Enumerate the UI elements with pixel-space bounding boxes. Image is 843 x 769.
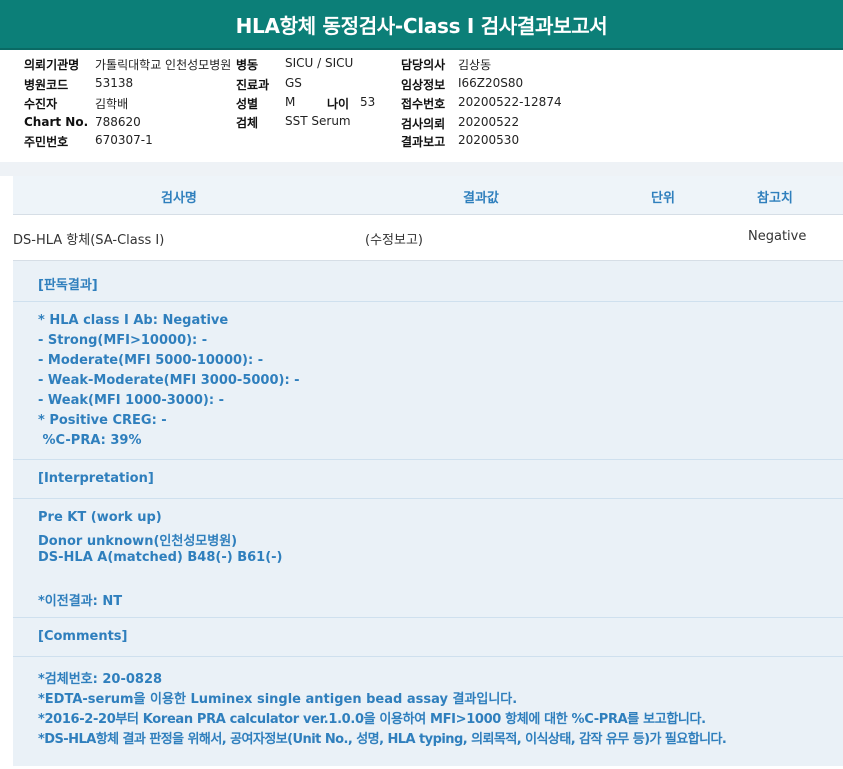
rrn-value: 670307-1: [95, 133, 153, 147]
judgement-line: - Moderate(MFI 5000-10000): -: [38, 353, 264, 368]
sex-label: 성별: [236, 97, 259, 111]
comment-line: *DS-HLA항체 결과 판정을 위해서, 공여자정보(Unit No., 성명…: [38, 732, 727, 747]
interpretation-line: DS-HLA A(matched) B48(-) B61(-): [38, 550, 283, 565]
section-divider: [0, 162, 843, 176]
cell-reference: Negative: [748, 229, 807, 244]
cell-test-name: DS-HLA 항체(SA-Class I): [13, 233, 165, 248]
clinical-value: I66Z20S80: [458, 76, 524, 90]
ward-value: SICU / SICU: [285, 56, 354, 70]
judgement-line: * Positive CREG: -: [38, 413, 167, 428]
interpretation-section-title: [Interpretation]: [13, 460, 843, 499]
request-value: 20200522: [458, 115, 520, 129]
comment-line: *EDTA-serum을 이용한 Luminex single antigen …: [38, 692, 518, 707]
report-date-label: 결과보고: [401, 135, 446, 149]
hospital-label: 의뢰기관명: [24, 58, 80, 72]
ward-label: 병동: [236, 58, 259, 72]
comment-line: *2016-2-20부터 Korean PRA calculator ver.1…: [38, 712, 706, 727]
doctor-label: 담당의사: [401, 58, 446, 72]
judgement-section-title: [판독결과]: [13, 261, 843, 302]
judgement-line: * HLA class I Ab: Negative: [38, 313, 229, 328]
specimen-value: SST Serum: [285, 114, 351, 128]
specimen-label: 검체: [236, 116, 259, 130]
interpretation-line: Donor unknown(인천성모병원): [38, 534, 238, 549]
report-date-value: 20200530: [458, 133, 520, 147]
report-title: HLA항체 동정검사-Class I 검사결과보고서: [235, 13, 608, 38]
patient-label: 수진자: [24, 97, 58, 111]
comments-title: [Comments]: [38, 629, 128, 644]
doctor-value: 김상동: [458, 58, 492, 72]
age-label: 나이: [327, 97, 350, 111]
judgement-line: - Weak(MFI 1000-3000): -: [38, 393, 224, 408]
result-table: 검사명 결과값 단위 참고치 DS-HLA 항체(SA-Class I) (수정…: [13, 176, 843, 766]
clinical-label: 임상정보: [401, 78, 446, 92]
comment-line: *검체번호: 20-0828: [38, 672, 163, 687]
sex-value: M: [285, 95, 296, 109]
code-label: 병원코드: [24, 78, 69, 92]
comments-section-body: *검체번호: 20-0828 *EDTA-serum을 이용한 Luminex …: [13, 657, 843, 757]
receipt-label: 접수번호: [401, 97, 446, 111]
judgement-line: - Weak-Moderate(MFI 3000-5000): -: [38, 373, 300, 388]
judgement-line: %C-PRA: 39%: [38, 433, 142, 448]
dept-value: GS: [285, 76, 302, 90]
judgement-title: [판독결과]: [38, 278, 98, 293]
table-header: 검사명 결과값 단위 참고치: [13, 176, 843, 215]
chart-label: Chart No.: [24, 115, 89, 129]
header-test-name: 검사명: [161, 191, 197, 206]
patient-info-panel: 의뢰기관명 가톨릭대학교 인천성모병원 병동 SICU / SICU 담당의사 …: [0, 50, 843, 160]
header-reference: 참고치: [757, 191, 793, 206]
interpretation-section-body: Pre KT (work up) Donor unknown(인천성모병원) D…: [13, 499, 843, 618]
cell-result: (수정보고): [365, 233, 423, 248]
judgement-line: - Strong(MFI>10000): -: [38, 333, 208, 348]
interpretation-title: [Interpretation]: [38, 471, 154, 486]
report-title-bar: HLA항체 동정검사-Class I 검사결과보고서: [0, 0, 843, 50]
header-result: 결과값: [463, 191, 499, 206]
rrn-label: 주민번호: [24, 135, 69, 149]
receipt-value: 20200522-12874: [458, 95, 562, 109]
header-unit: 단위: [651, 191, 675, 206]
interpretation-line: *이전결과: NT: [38, 594, 123, 609]
judgement-section-body: * HLA class I Ab: Negative - Strong(MFI>…: [13, 302, 843, 460]
dept-label: 진료과: [236, 78, 270, 92]
patient-value: 김학배: [95, 97, 129, 111]
comments-section-title: [Comments]: [13, 618, 843, 657]
chart-value: 788620: [95, 115, 141, 129]
age-value: 53: [360, 95, 376, 109]
request-label: 검사의뢰: [401, 117, 446, 131]
interpretation-line: Pre KT (work up): [38, 510, 162, 525]
code-value: 53138: [95, 76, 134, 90]
hospital-value: 가톨릭대학교 인천성모병원: [95, 58, 232, 72]
table-row: DS-HLA 항체(SA-Class I) (수정보고) Negative: [13, 215, 843, 261]
